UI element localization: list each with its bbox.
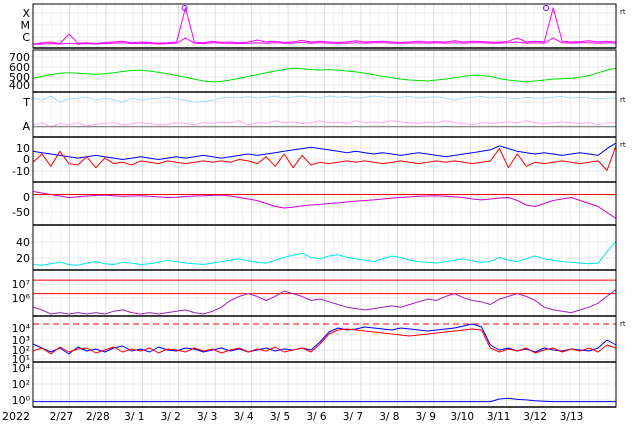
- x-tick-label: 3/ 3: [197, 411, 217, 423]
- x-axis-year-label: 2022: [2, 410, 30, 423]
- space-weather-chart: XMCrt700600500400TArt100-10rt0-50402010⁷…: [2, 3, 626, 423]
- x-tick-label: 3/ 9: [416, 411, 436, 423]
- panel-electron-ytick-label: 10⁷: [12, 278, 30, 291]
- panel-proton_high-ytick-label: 10²: [12, 378, 30, 391]
- panel-ae-ytick-label: 20: [16, 252, 30, 265]
- panel-bz-right-label: rt: [620, 141, 626, 149]
- panel-electron-ytick-label: 10⁶: [12, 292, 31, 305]
- x-tick-label: 3/13: [560, 411, 584, 423]
- panel-proton_high-ytick-label: 10⁴: [12, 362, 31, 375]
- panel-xray-ytick-label: C: [22, 31, 30, 44]
- x-tick-label: 3/ 7: [343, 411, 363, 423]
- panel-speed-ytick-label: 400: [9, 79, 30, 92]
- panel-dst-ytick-label: -50: [12, 206, 30, 219]
- panel-ae-ytick-label: 40: [16, 236, 30, 249]
- x-tick-label: 3/ 4: [233, 411, 254, 423]
- panel-bz-ytick-label: -10: [12, 165, 30, 178]
- panel-polarity-ytick-label: A: [22, 120, 30, 133]
- x-tick-label: 3/ 2: [161, 411, 181, 423]
- x-tick-label: 3/ 6: [306, 411, 327, 423]
- x-tick-label: 2/27: [50, 411, 74, 423]
- x-tick-label: 3/ 5: [270, 411, 290, 423]
- x-tick-label: 3/ 8: [379, 411, 399, 423]
- panel-proton_high-ytick-label: 10⁰: [12, 394, 31, 407]
- panel-polarity-ytick-label: T: [22, 96, 30, 109]
- x-tick-label: 3/10: [450, 411, 474, 423]
- panel-polarity-right-label: rt: [620, 96, 626, 104]
- x-tick-label: 3/12: [523, 411, 547, 423]
- panel-xray-right-label: rt: [620, 8, 626, 16]
- x-tick-label: 3/ 1: [124, 411, 144, 423]
- x-tick-label: 3/11: [487, 411, 511, 423]
- panel-dst-ytick-label: 0: [23, 191, 30, 204]
- x-tick-label: 2/28: [86, 411, 110, 423]
- panel-proton-right-label: rt: [620, 320, 626, 328]
